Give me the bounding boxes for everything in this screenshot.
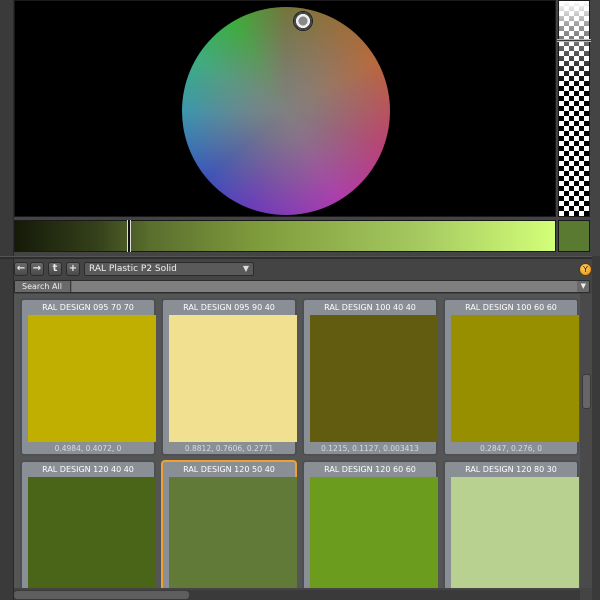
swatch-color xyxy=(28,477,156,588)
alpha-slider-handle[interactable] xyxy=(557,39,591,42)
left-panel-edge xyxy=(0,0,14,600)
alpha-slider[interactable] xyxy=(557,0,591,217)
filter-icon[interactable]: Y xyxy=(579,263,592,276)
swatch-name: RAL DESIGN 120 50 40 xyxy=(183,465,275,474)
horizontal-scrollbar-thumb[interactable] xyxy=(14,591,189,599)
swatch-values: 0.8812, 0.7606, 0.2771 xyxy=(184,444,274,453)
color-wheel[interactable] xyxy=(182,7,390,215)
swatch-name: RAL DESIGN 120 60 60 xyxy=(324,465,416,474)
back-button[interactable]: ← xyxy=(14,262,28,276)
swatch-card[interactable]: RAL DESIGN 100 40 40 0.1215, 0.1127, 0.0… xyxy=(302,298,438,456)
preset-dropdown[interactable]: RAL Plastic P2 Solid ▼ xyxy=(84,262,254,276)
search-bar: Search All ▼ xyxy=(14,280,590,293)
preset-dropdown-label: RAL Plastic P2 Solid xyxy=(89,264,177,274)
swatch-name: RAL DESIGN 095 90 40 xyxy=(183,303,275,312)
add-button[interactable]: + xyxy=(66,262,80,276)
swatch-color xyxy=(310,315,438,442)
panel-divider[interactable] xyxy=(0,256,600,259)
swatch-card[interactable]: RAL DESIGN 120 60 60 xyxy=(302,460,438,588)
swatch-values: 0.2847, 0.276, 0 xyxy=(479,444,543,453)
search-options-icon[interactable]: ▼ xyxy=(581,281,586,292)
search-input[interactable] xyxy=(72,281,577,292)
swatch-card[interactable]: RAL DESIGN 120 40 40 xyxy=(20,460,156,588)
swatch-toolbar: ← → t + RAL Plastic P2 Solid ▼ Y xyxy=(0,260,600,278)
right-panel-edge xyxy=(592,256,600,600)
value-slider[interactable] xyxy=(14,220,556,252)
vertical-scrollbar[interactable] xyxy=(580,294,592,588)
alpha-gradient xyxy=(559,1,589,216)
swatch-color xyxy=(169,477,297,588)
swatch-color xyxy=(451,477,579,588)
value-slider-handle[interactable] xyxy=(127,220,131,252)
swatch-card[interactable]: RAL DESIGN 095 70 70 0.4984, 0.4072, 0 xyxy=(20,298,156,456)
current-color-swatch xyxy=(558,220,590,252)
color-wheel-handle[interactable] xyxy=(293,11,313,31)
swatch-card[interactable]: RAL DESIGN 120 80 30 xyxy=(443,460,579,588)
forward-button[interactable]: → xyxy=(30,262,44,276)
swatch-grid: RAL DESIGN 095 70 70 0.4984, 0.4072, 0 R… xyxy=(14,294,580,588)
horizontal-scrollbar[interactable] xyxy=(14,590,580,600)
swatch-name: RAL DESIGN 100 60 60 xyxy=(465,303,557,312)
swatch-color xyxy=(451,315,579,442)
swatch-card-selected[interactable]: RAL DESIGN 120 50 40 xyxy=(161,460,297,588)
swatch-name: RAL DESIGN 120 80 30 xyxy=(465,465,557,474)
swatch-name: RAL DESIGN 095 70 70 xyxy=(42,303,134,312)
color-wheel-panel[interactable] xyxy=(14,0,556,217)
swatch-name: RAL DESIGN 120 40 40 xyxy=(42,465,134,474)
search-scope-dropdown[interactable]: Search All xyxy=(15,281,71,292)
chevron-down-icon: ▼ xyxy=(242,264,249,273)
swatch-color xyxy=(169,315,297,442)
swatch-color xyxy=(310,477,438,588)
swatch-name: RAL DESIGN 100 40 40 xyxy=(324,303,416,312)
swatch-card[interactable]: RAL DESIGN 100 60 60 0.2847, 0.276, 0 xyxy=(443,298,579,456)
up-button[interactable]: t xyxy=(48,262,62,276)
swatch-card[interactable]: RAL DESIGN 095 90 40 0.8812, 0.7606, 0.2… xyxy=(161,298,297,456)
swatch-values: 0.4984, 0.4072, 0 xyxy=(54,444,122,453)
swatch-color xyxy=(28,315,156,442)
vertical-scrollbar-thumb[interactable] xyxy=(582,374,591,409)
swatch-values: 0.1215, 0.1127, 0.003413 xyxy=(321,444,419,453)
color-editor-window: ← → t + RAL Plastic P2 Solid ▼ Y Search … xyxy=(0,0,600,600)
